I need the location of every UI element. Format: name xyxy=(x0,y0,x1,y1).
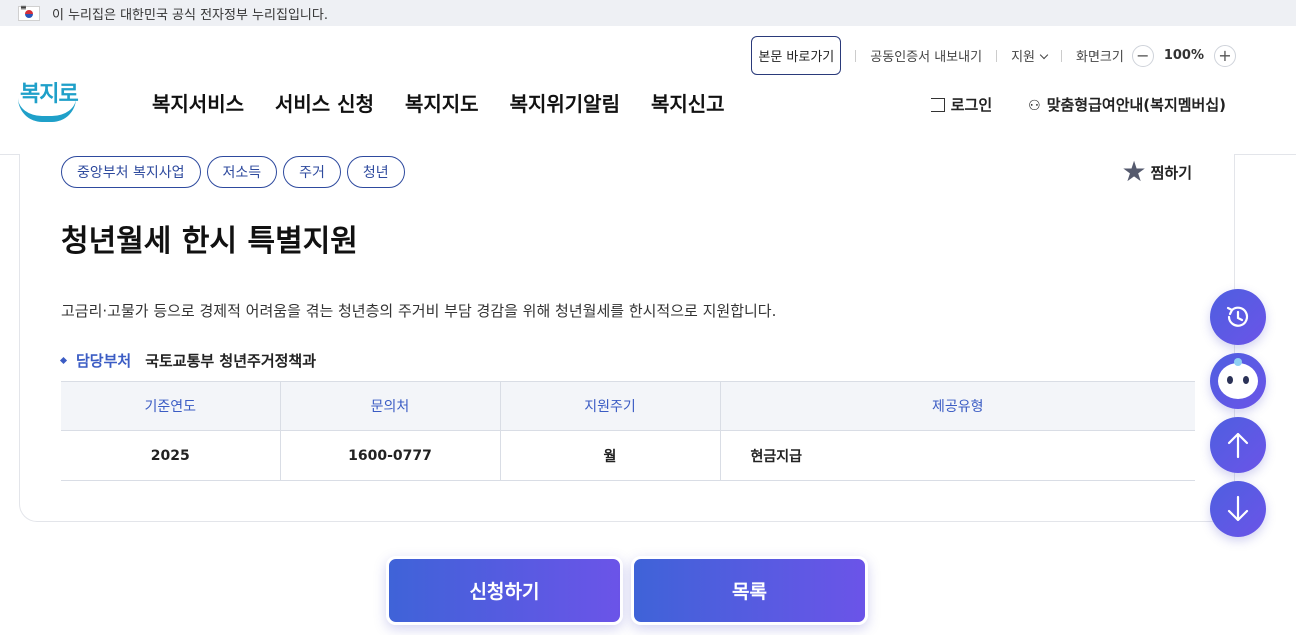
table-header-row: 기준연도 문의처 지원주기 제공유형 xyxy=(61,381,1195,431)
gnb-item-welfare-services[interactable]: 복지서비스 xyxy=(152,88,244,117)
divider xyxy=(996,49,998,62)
department-label: 담당부처 xyxy=(76,352,132,370)
zoom-label: 화면크기 xyxy=(1075,50,1124,65)
table-row: 2025 1600-0777 월 현금지급 xyxy=(61,430,1195,481)
skip-to-content-button[interactable]: 본문 바로가기 xyxy=(751,36,842,75)
tag-list: 중앙부처 복지사업 저소득 주거 청년 xyxy=(61,156,405,188)
login-icon xyxy=(930,98,945,112)
scroll-bottom-button[interactable] xyxy=(1210,481,1266,537)
user-add-icon: ⚇ xyxy=(1028,98,1041,114)
bullet-icon xyxy=(59,356,68,365)
cell-base-year: 2025 xyxy=(61,430,281,481)
header-contact: 문의처 xyxy=(280,381,501,431)
service-card: 중앙부처 복지사업 저소득 주거 청년 ★ 찜하기 청년월세 한시 특별지원 고… xyxy=(19,154,1235,522)
membership-link[interactable]: ⚇ 맞춤형급여안내(복지멤버십) xyxy=(1028,94,1226,115)
arrow-up-icon xyxy=(1227,432,1249,459)
scroll-top-button[interactable] xyxy=(1210,417,1266,473)
arrow-down-icon xyxy=(1227,495,1249,522)
support-menu[interactable]: 지원 xyxy=(1011,46,1049,65)
wishlist-button[interactable]: ★ 찜하기 xyxy=(1121,158,1192,186)
gov-banner-text: 이 누리집은 대한민국 공식 전자정부 누리집입니다. xyxy=(52,7,328,23)
service-title: 청년월세 한시 특별지원 xyxy=(61,224,358,259)
star-icon: ★ xyxy=(1121,155,1147,188)
tag-low-income[interactable]: 저소득 xyxy=(206,156,278,188)
header-support-cycle: 지원주기 xyxy=(500,381,721,431)
zoom-value: 100% xyxy=(1163,48,1204,63)
gnb-item-welfare-report[interactable]: 복지신고 xyxy=(651,88,725,117)
gnb-item-crisis-alert[interactable]: 복지위기알림 xyxy=(510,88,620,117)
chatbot-icon xyxy=(1218,358,1258,399)
apply-button[interactable]: 신청하기 xyxy=(386,556,623,625)
tag-housing[interactable]: 주거 xyxy=(283,156,341,188)
history-icon xyxy=(1226,306,1249,327)
header-provision-type: 제공유형 xyxy=(720,381,1195,431)
member-menu: 로그인 ⚇ 맞춤형급여안내(복지멤버십) xyxy=(930,94,1226,115)
department-info: 담당부처 국토교통부 청년주거정책과 xyxy=(59,350,317,371)
support-label: 지원 xyxy=(1011,50,1035,65)
main-navigation: 복지서비스 서비스 신청 복지지도 복지위기알림 복지신고 xyxy=(152,88,725,117)
divider xyxy=(855,49,857,62)
cell-support-cycle: 월 xyxy=(500,430,721,481)
tag-central-ministry[interactable]: 중앙부처 복지사업 xyxy=(61,156,201,188)
chatbot-button[interactable] xyxy=(1210,353,1266,409)
list-button[interactable]: 목록 xyxy=(631,556,868,625)
gnb-item-welfare-map[interactable]: 복지지도 xyxy=(405,88,479,117)
chevron-down-icon xyxy=(1039,50,1049,60)
cell-provision-type: 현금지급 xyxy=(720,430,1195,481)
cell-contact: 1600-0777 xyxy=(280,430,501,481)
gov-banner: 이 누리집은 대한민국 공식 전자정부 누리집입니다. xyxy=(0,0,1296,26)
logo-smile-icon xyxy=(18,98,76,122)
divider xyxy=(1060,49,1062,62)
login-link[interactable]: 로그인 xyxy=(930,94,993,115)
tag-youth[interactable]: 청년 xyxy=(346,156,405,188)
service-info-table: 기준연도 문의처 지원주기 제공유형 2025 1600-0777 월 현금지급 xyxy=(61,381,1195,481)
department-value: 국토교통부 청년주거정책과 xyxy=(145,352,317,370)
service-description: 고금리·고물가 등으로 경제적 어려움을 겪는 청년층의 주거비 부담 경감을 … xyxy=(61,302,777,320)
login-label: 로그인 xyxy=(950,96,993,114)
zoom-out-button[interactable]: − xyxy=(1131,44,1154,67)
cert-export-link[interactable]: 공동인증서 내보내기 xyxy=(870,46,982,65)
header-base-year: 기준연도 xyxy=(61,381,281,431)
zoom-in-button[interactable]: + xyxy=(1214,44,1236,67)
wishlist-label: 찜하기 xyxy=(1150,163,1192,182)
site-logo[interactable]: 복지로 xyxy=(16,72,80,128)
utility-bar: 본문 바로가기 공동인증서 내보내기 지원 화면크기 − 100% + xyxy=(751,36,1236,75)
membership-label: 맞춤형급여안내(복지멤버십) xyxy=(1046,96,1226,114)
recent-history-button[interactable] xyxy=(1210,289,1266,345)
korea-flag-icon xyxy=(18,3,40,21)
site-header: 본문 바로가기 공동인증서 내보내기 지원 화면크기 − 100% + 복지로 … xyxy=(0,26,1296,155)
gnb-item-service-apply[interactable]: 서비스 신청 xyxy=(275,88,374,117)
